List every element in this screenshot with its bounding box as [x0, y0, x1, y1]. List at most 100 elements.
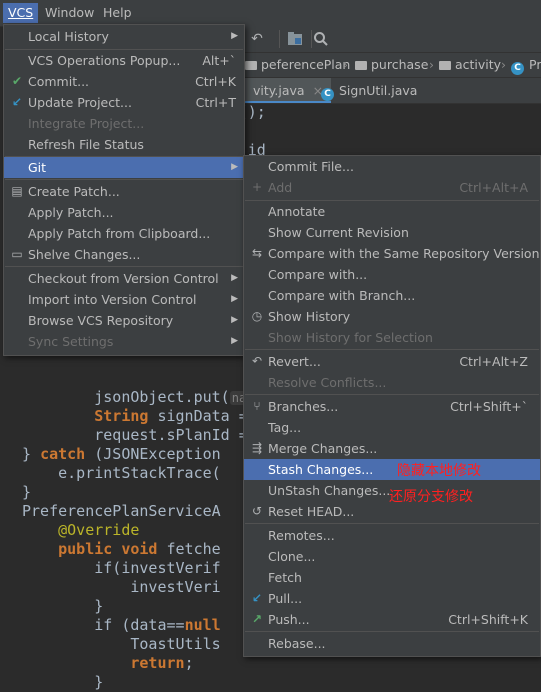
menu-item-shortcut: Ctrl+Shift+` — [450, 399, 528, 414]
menu-item-shortcut: Ctrl+Alt+A — [459, 180, 528, 195]
breadcrumb-item[interactable]: activity — [439, 57, 501, 73]
code-line: } — [22, 673, 104, 691]
code-line: investVeri — [22, 578, 221, 596]
menu-separator — [245, 631, 539, 632]
merge-icon: ⇶ — [251, 441, 263, 455]
git-menu-item-resolve-conflicts[interactable]: Resolve Conflicts... — [244, 372, 540, 393]
menu-item-label: Remotes... — [268, 528, 335, 543]
menu-item-label: Show Current Revision — [268, 225, 409, 240]
menu-item-label: Branches... — [268, 399, 339, 414]
submenu-arrow-icon: ▶ — [231, 31, 238, 41]
code-line: } — [22, 483, 32, 501]
git-menu-item-stash-changes[interactable]: Stash Changes... — [244, 459, 540, 480]
code-line: } catch (JSONException — [22, 445, 221, 463]
menu-window[interactable]: Window — [40, 3, 99, 23]
menu-item-label: Integrate Project... — [28, 116, 145, 131]
menu-item-label: Tag... — [268, 420, 302, 435]
check-icon: ✔ — [11, 74, 23, 88]
menu-item-label: Resolve Conflicts... — [268, 375, 387, 390]
git-menu-item-show-history[interactable]: ◷ Show History — [244, 306, 540, 327]
breadcrumb-item[interactable]: C Pr — [511, 57, 541, 75]
submenu-arrow-icon: ▶ — [231, 273, 238, 283]
menu-item-label: UnStash Changes... — [268, 483, 391, 498]
vcs-menu-item-apply-patch[interactable]: Apply Patch... — [4, 202, 244, 223]
code-line: PreferencePlanServiceA — [22, 502, 221, 520]
undo-icon[interactable]: ↶ — [249, 31, 265, 47]
git-menu-item-show-current-revision[interactable]: Show Current Revision — [244, 222, 540, 243]
git-menu-item-annotate[interactable]: Annotate — [244, 201, 540, 222]
vcs-menu-item-vcs-operations-popup[interactable]: VCS Operations Popup... Alt+` — [4, 50, 244, 71]
vcs-menu-item-git[interactable]: Git ▶ — [4, 157, 244, 178]
git-menu-item-add[interactable]: + Add Ctrl+Alt+A — [244, 177, 540, 198]
menu-item-label: Checkout from Version Control — [28, 271, 219, 286]
code-line: if(investVerif — [22, 559, 221, 577]
menu-item-label: Local History — [28, 29, 109, 44]
menu-item-shortcut: Alt+` — [202, 53, 236, 68]
compare-icon: ⇆ — [251, 246, 263, 260]
git-menu-item-compare-with[interactable]: Compare with... — [244, 264, 540, 285]
vcs-menu-item-browse-vcs-repository[interactable]: Browse VCS Repository ▶ — [4, 310, 244, 331]
git-menu-item-remotes[interactable]: Remotes... — [244, 525, 540, 546]
vcs-menu-item-integrate-project[interactable]: Integrate Project... — [4, 113, 244, 134]
menu-item-label: Update Project... — [28, 95, 132, 110]
menu-item-shortcut: Ctrl+Alt+Z — [459, 354, 528, 369]
code-line: ToastUtils — [22, 635, 221, 653]
search-icon[interactable] — [313, 31, 329, 47]
submenu-arrow-icon: ▶ — [231, 162, 238, 172]
git-menu-item-rebase[interactable]: Rebase... — [244, 633, 540, 654]
tab-signutil-java[interactable]: C SignUtil.java — [313, 78, 425, 103]
git-menu-item-tag[interactable]: Tag... — [244, 417, 540, 438]
git-menu-item-compare-with-the-same-repository-version[interactable]: ⇆ Compare with the Same Repository Versio… — [244, 243, 540, 264]
menu-item-label: Fetch — [268, 570, 302, 585]
vcs-menu-item-shelve-changes[interactable]: ▭ Shelve Changes... — [4, 244, 244, 265]
reset-icon: ↺ — [251, 504, 263, 518]
vcs-menu-item-import-into-version-control[interactable]: Import into Version Control ▶ — [4, 289, 244, 310]
plus-icon: + — [251, 180, 263, 194]
vcs-menu-item-commit[interactable]: ✔ Commit... Ctrl+K — [4, 71, 244, 92]
menu-separator — [5, 179, 243, 180]
git-menu-item-pull[interactable]: ↙ Pull... — [244, 588, 540, 609]
project-structure-icon[interactable] — [287, 31, 303, 47]
menu-item-label: Refresh File Status — [28, 137, 144, 152]
vcs-menu: Local History ▶ VCS Operations Popup... Alt… — [3, 24, 245, 356]
clock-icon: ◷ — [251, 309, 263, 323]
git-menu-item-branches[interactable]: ⑂ Branches... Ctrl+Shift+` — [244, 396, 540, 417]
vcs-menu-item-create-patch[interactable]: ▤ Create Patch... — [4, 181, 244, 202]
menu-separator — [5, 266, 243, 267]
vcs-menu-item-update-project[interactable]: ↙ Update Project... Ctrl+T — [4, 92, 244, 113]
vcs-menu-item-checkout-from-version-control[interactable]: Checkout from Version Control ▶ — [4, 268, 244, 289]
vcs-menu-item-local-history[interactable]: Local History ▶ — [4, 26, 244, 47]
menu-item-label: Stash Changes... — [268, 462, 374, 477]
git-menu-item-commit-file[interactable]: Commit File... — [244, 156, 540, 177]
menu-separator — [245, 523, 539, 524]
vcs-menu-item-sync-settings[interactable]: Sync Settings ▶ — [4, 331, 244, 352]
vcs-menu-item-refresh-file-status[interactable]: Refresh File Status — [4, 134, 244, 155]
menu-item-shortcut: Ctrl+Shift+K — [448, 612, 528, 627]
git-submenu: Commit File... + Add Ctrl+Alt+A Annotate Show… — [243, 155, 541, 657]
git-menu-item-push[interactable]: ↗ Push... Ctrl+Shift+K — [244, 609, 540, 630]
menu-separator — [245, 394, 539, 395]
submenu-arrow-icon: ▶ — [231, 336, 238, 346]
menu-item-label: Compare with Branch... — [268, 288, 416, 303]
breadcrumb-item[interactable]: peferencePlan — [245, 57, 350, 73]
shelve-icon: ▭ — [11, 247, 23, 261]
update-arrow-icon: ↙ — [11, 95, 23, 109]
class-icon: C — [511, 62, 524, 75]
git-menu-item-show-history-for-selection[interactable]: Show History for Selection — [244, 327, 540, 348]
git-menu-item-merge-changes[interactable]: ⇶ Merge Changes... — [244, 438, 540, 459]
git-menu-item-fetch[interactable]: Fetch — [244, 567, 540, 588]
vcs-menu-item-apply-patch-from-clipboard[interactable]: Apply Patch from Clipboard... — [4, 223, 244, 244]
breadcrumb-item[interactable]: purchase — [355, 57, 428, 73]
code-line: request.sPlanId = — [22, 426, 248, 444]
menu-item-label: Commit File... — [268, 159, 354, 174]
menu-separator — [245, 349, 539, 350]
branch-icon: ⑂ — [253, 399, 261, 413]
menu-vcs[interactable]: VCS — [3, 3, 39, 23]
git-menu-item-clone[interactable]: Clone... — [244, 546, 540, 567]
git-menu-item-revert[interactable]: ↶ Revert... Ctrl+Alt+Z — [244, 351, 540, 372]
git-menu-item-compare-with-branch[interactable]: Compare with Branch... — [244, 285, 540, 306]
menu-item-label: Browse VCS Repository — [28, 313, 174, 328]
breadcrumb-arrow-icon: › — [429, 57, 434, 72]
breadcrumb: peferencePlan › purchase › activity › CP… — [243, 53, 541, 78]
menu-help[interactable]: Help — [98, 3, 137, 23]
